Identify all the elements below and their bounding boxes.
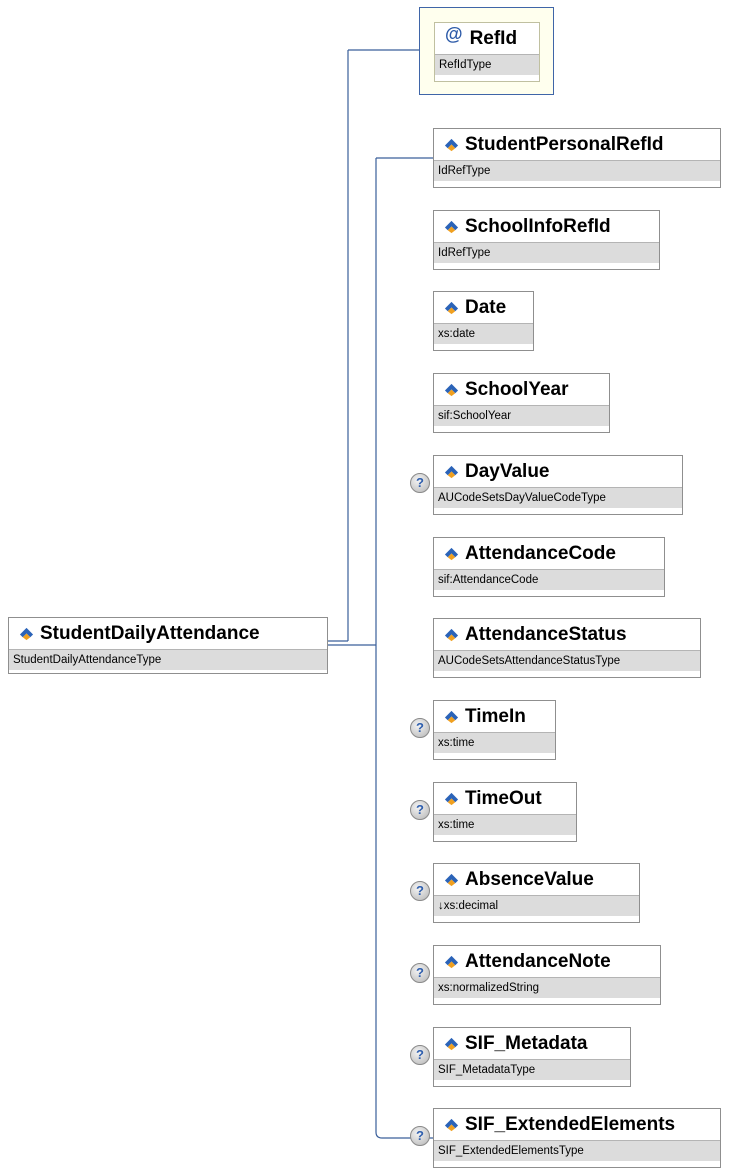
element-node-attendancenote[interactable]: AttendanceNote xs:normalizedString xyxy=(433,945,661,1005)
element-type: xs:date xyxy=(434,323,533,344)
element-icon xyxy=(444,710,459,724)
optional-occurrence-icon: ? xyxy=(410,718,430,738)
element-icon xyxy=(444,220,459,234)
element-icon xyxy=(19,627,34,641)
element-name: DayValue xyxy=(465,460,550,482)
root-element-name: StudentDailyAttendance xyxy=(40,622,260,644)
optional-occurrence-icon: ? xyxy=(410,473,430,493)
element-icon xyxy=(444,792,459,806)
element-icon xyxy=(444,628,459,642)
root-element-type: StudentDailyAttendanceType xyxy=(9,649,327,670)
element-icon xyxy=(444,1037,459,1051)
element-name: TimeIn xyxy=(465,705,526,727)
attribute-name: RefId xyxy=(469,27,518,49)
element-name: TimeOut xyxy=(465,787,542,809)
element-type: AUCodeSetsDayValueCodeType xyxy=(434,487,682,508)
element-icon xyxy=(444,465,459,479)
element-type: IdRefType xyxy=(434,160,720,181)
element-node-attendancestatus[interactable]: AttendanceStatus AUCodeSetsAttendanceStat… xyxy=(433,618,701,678)
element-name: Date xyxy=(465,296,507,318)
element-node-dayvalue[interactable]: DayValue AUCodeSetsDayValueCodeType xyxy=(433,455,683,515)
element-name: SchoolYear xyxy=(465,378,569,400)
element-type: sif:AttendanceCode xyxy=(434,569,664,590)
element-type: xs:time xyxy=(434,814,576,835)
element-type: xs:normalizedString xyxy=(434,977,660,998)
element-type: xs:time xyxy=(434,732,555,753)
element-node-timein[interactable]: TimeIn xs:time xyxy=(433,700,556,760)
element-name: SchoolInfoRefId xyxy=(465,215,611,237)
element-icon xyxy=(444,138,459,152)
element-type: SIF_MetadataType xyxy=(434,1059,630,1080)
element-icon xyxy=(444,383,459,397)
element-name: SIF_ExtendedElements xyxy=(465,1113,676,1135)
element-node-attendancecode[interactable]: AttendanceCode sif:AttendanceCode xyxy=(433,537,665,597)
element-node-sif-metadata[interactable]: SIF_Metadata SIF_MetadataType xyxy=(433,1027,631,1087)
optional-occurrence-icon: ? xyxy=(410,1045,430,1065)
element-node-studentpersonalrefid[interactable]: StudentPersonalRefId IdRefType xyxy=(433,128,721,188)
element-icon xyxy=(444,547,459,561)
element-icon xyxy=(444,955,459,969)
element-type: IdRefType xyxy=(434,242,659,263)
element-name: AttendanceStatus xyxy=(465,623,627,645)
optional-occurrence-icon: ? xyxy=(410,881,430,901)
element-node-absencevalue[interactable]: AbsenceValue ↓xs:decimal xyxy=(433,863,640,923)
element-node-date[interactable]: Date xs:date xyxy=(433,291,534,351)
element-node-schoolinforefid[interactable]: SchoolInfoRefId IdRefType xyxy=(433,210,660,270)
optional-occurrence-icon: ? xyxy=(410,800,430,820)
element-name: AttendanceCode xyxy=(465,542,616,564)
element-name: AbsenceValue xyxy=(465,868,594,890)
optional-occurrence-icon: ? xyxy=(410,1126,430,1146)
element-type: SIF_ExtendedElementsType xyxy=(434,1140,720,1161)
element-name: StudentPersonalRefId xyxy=(465,133,664,155)
element-icon xyxy=(444,873,459,887)
element-type: sif:SchoolYear xyxy=(434,405,609,426)
element-type: ↓xs:decimal xyxy=(434,895,639,916)
attribute-type: RefIdType xyxy=(435,54,539,75)
element-icon xyxy=(444,1118,459,1132)
attribute-frame: @ RefId RefIdType xyxy=(419,7,554,95)
root-element-node[interactable]: StudentDailyAttendance StudentDailyAtten… xyxy=(8,617,328,674)
element-name: AttendanceNote xyxy=(465,950,611,972)
element-name: SIF_Metadata xyxy=(465,1032,588,1054)
element-type: AUCodeSetsAttendanceStatusType xyxy=(434,650,700,671)
attribute-node-refid[interactable]: @ RefId RefIdType xyxy=(434,22,540,82)
element-node-timeout[interactable]: TimeOut xs:time xyxy=(433,782,577,842)
element-node-schoolyear[interactable]: SchoolYear sif:SchoolYear xyxy=(433,373,610,433)
attribute-at-icon: @ xyxy=(445,24,463,44)
element-node-sif-extendedelements[interactable]: SIF_ExtendedElements SIF_ExtendedElements… xyxy=(433,1108,721,1168)
optional-occurrence-icon: ? xyxy=(410,963,430,983)
element-icon xyxy=(444,301,459,315)
